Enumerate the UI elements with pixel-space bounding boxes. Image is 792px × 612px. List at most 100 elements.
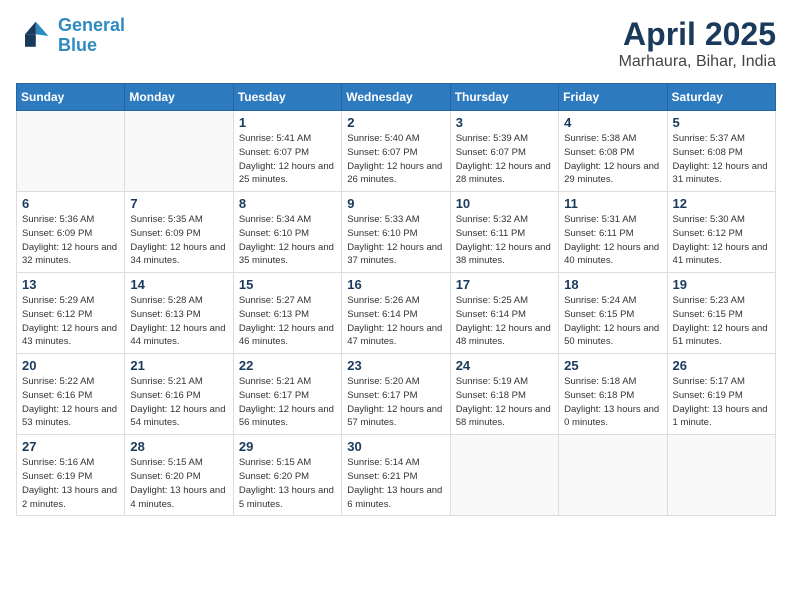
day-info: Sunrise: 5:37 AM Sunset: 6:08 PM Dayligh… — [673, 132, 770, 187]
day-number: 24 — [456, 358, 553, 373]
day-info: Sunrise: 5:34 AM Sunset: 6:10 PM Dayligh… — [239, 213, 336, 268]
day-number: 26 — [673, 358, 770, 373]
day-info: Sunrise: 5:41 AM Sunset: 6:07 PM Dayligh… — [239, 132, 336, 187]
header-saturday: Saturday — [667, 84, 775, 111]
table-row: 14 Sunrise: 5:28 AM Sunset: 6:13 PM Dayli… — [125, 273, 233, 354]
logo-blue: Blue — [58, 35, 97, 55]
table-row: 30Sunrise: 5:14 AM Sunset: 6:21 PM Dayli… — [342, 435, 450, 516]
day-info: Sunrise: 5:28 AM Sunset: 6:13 PM Dayligh… — [130, 294, 227, 349]
table-row: 22 Sunrise: 5:21 AM Sunset: 6:17 PM Dayli… — [233, 354, 341, 435]
calendar-week-row: 6 Sunrise: 5:36 AM Sunset: 6:09 PM Daylig… — [17, 192, 776, 273]
table-row: 17 Sunrise: 5:25 AM Sunset: 6:14 PM Dayli… — [450, 273, 558, 354]
header-tuesday: Tuesday — [233, 84, 341, 111]
table-row: 28 Sunrise: 5:15 AM Sunset: 6:20 PM Dayli… — [125, 435, 233, 516]
day-number: 14 — [130, 277, 227, 292]
day-info: Sunrise: 5:16 AM Sunset: 6:19 PM Dayligh… — [22, 456, 119, 511]
day-info: Sunrise: 5:31 AM Sunset: 6:11 PM Dayligh… — [564, 213, 661, 268]
calendar-header-row: Sunday Monday Tuesday Wednesday Thursday… — [17, 84, 776, 111]
day-number: 4 — [564, 115, 661, 130]
day-number: 18 — [564, 277, 661, 292]
calendar-week-row: 1Sunrise: 5:41 AM Sunset: 6:07 PM Daylig… — [17, 111, 776, 192]
logo: General Blue — [16, 16, 125, 56]
table-row: 2Sunrise: 5:40 AM Sunset: 6:07 PM Daylig… — [342, 111, 450, 192]
header-wednesday: Wednesday — [342, 84, 450, 111]
day-number: 23 — [347, 358, 444, 373]
logo-text: General Blue — [58, 16, 125, 56]
table-row: 19 Sunrise: 5:23 AM Sunset: 6:15 PM Dayli… — [667, 273, 775, 354]
table-row: 26Sunrise: 5:17 AM Sunset: 6:19 PM Dayli… — [667, 354, 775, 435]
table-row — [17, 111, 125, 192]
table-row: 8 Sunrise: 5:34 AM Sunset: 6:10 PM Daylig… — [233, 192, 341, 273]
day-info: Sunrise: 5:35 AM Sunset: 6:09 PM Dayligh… — [130, 213, 227, 268]
calendar-table: Sunday Monday Tuesday Wednesday Thursday… — [16, 83, 776, 516]
day-number: 17 — [456, 277, 553, 292]
day-number: 19 — [673, 277, 770, 292]
header-thursday: Thursday — [450, 84, 558, 111]
day-number: 29 — [239, 439, 336, 454]
table-row: 10 Sunrise: 5:32 AM Sunset: 6:11 PM Dayli… — [450, 192, 558, 273]
table-row: 29 Sunrise: 5:15 AM Sunset: 6:20 PM Dayli… — [233, 435, 341, 516]
table-row: 24 Sunrise: 5:19 AM Sunset: 6:18 PM Dayli… — [450, 354, 558, 435]
calendar-week-row: 27Sunrise: 5:16 AM Sunset: 6:19 PM Dayli… — [17, 435, 776, 516]
day-info: Sunrise: 5:39 AM Sunset: 6:07 PM Dayligh… — [456, 132, 553, 187]
table-row: 21Sunrise: 5:21 AM Sunset: 6:16 PM Dayli… — [125, 354, 233, 435]
logo-general: General — [58, 15, 125, 35]
day-info: Sunrise: 5:32 AM Sunset: 6:11 PM Dayligh… — [456, 213, 553, 268]
day-number: 20 — [22, 358, 119, 373]
header-sunday: Sunday — [17, 84, 125, 111]
header-friday: Friday — [559, 84, 667, 111]
day-number: 6 — [22, 196, 119, 211]
calendar-week-row: 20 Sunrise: 5:22 AM Sunset: 6:16 PM Dayli… — [17, 354, 776, 435]
day-info: Sunrise: 5:15 AM Sunset: 6:20 PM Dayligh… — [239, 456, 336, 511]
day-number: 12 — [673, 196, 770, 211]
day-number: 8 — [239, 196, 336, 211]
day-number: 25 — [564, 358, 661, 373]
table-row: 12 Sunrise: 5:30 AM Sunset: 6:12 PM Dayli… — [667, 192, 775, 273]
table-row — [559, 435, 667, 516]
day-info: Sunrise: 5:27 AM Sunset: 6:13 PM Dayligh… — [239, 294, 336, 349]
day-info: Sunrise: 5:25 AM Sunset: 6:14 PM Dayligh… — [456, 294, 553, 349]
day-info: Sunrise: 5:22 AM Sunset: 6:16 PM Dayligh… — [22, 375, 119, 430]
table-row — [125, 111, 233, 192]
table-row — [667, 435, 775, 516]
day-number: 22 — [239, 358, 336, 373]
day-number: 7 — [130, 196, 227, 211]
table-row: 13Sunrise: 5:29 AM Sunset: 6:12 PM Dayli… — [17, 273, 125, 354]
table-row: 20 Sunrise: 5:22 AM Sunset: 6:16 PM Dayli… — [17, 354, 125, 435]
day-info: Sunrise: 5:19 AM Sunset: 6:18 PM Dayligh… — [456, 375, 553, 430]
table-row: 4 Sunrise: 5:38 AM Sunset: 6:08 PM Daylig… — [559, 111, 667, 192]
day-number: 3 — [456, 115, 553, 130]
day-info: Sunrise: 5:33 AM Sunset: 6:10 PM Dayligh… — [347, 213, 444, 268]
day-info: Sunrise: 5:40 AM Sunset: 6:07 PM Dayligh… — [347, 132, 444, 187]
day-info: Sunrise: 5:29 AM Sunset: 6:12 PM Dayligh… — [22, 294, 119, 349]
day-number: 10 — [456, 196, 553, 211]
month-title: April 2025 — [619, 16, 776, 53]
table-row — [450, 435, 558, 516]
day-number: 15 — [239, 277, 336, 292]
day-info: Sunrise: 5:21 AM Sunset: 6:17 PM Dayligh… — [239, 375, 336, 430]
table-row: 25 Sunrise: 5:18 AM Sunset: 6:18 PM Dayli… — [559, 354, 667, 435]
title-area: April 2025 Marhaura, Bihar, India — [619, 16, 776, 71]
table-row: 3 Sunrise: 5:39 AM Sunset: 6:07 PM Daylig… — [450, 111, 558, 192]
day-info: Sunrise: 5:24 AM Sunset: 6:15 PM Dayligh… — [564, 294, 661, 349]
table-row: 18 Sunrise: 5:24 AM Sunset: 6:15 PM Dayli… — [559, 273, 667, 354]
day-info: Sunrise: 5:38 AM Sunset: 6:08 PM Dayligh… — [564, 132, 661, 187]
day-info: Sunrise: 5:36 AM Sunset: 6:09 PM Dayligh… — [22, 213, 119, 268]
location-subtitle: Marhaura, Bihar, India — [619, 53, 776, 71]
day-info: Sunrise: 5:20 AM Sunset: 6:17 PM Dayligh… — [347, 375, 444, 430]
day-info: Sunrise: 5:30 AM Sunset: 6:12 PM Dayligh… — [673, 213, 770, 268]
header: General Blue April 2025 Marhaura, Bihar,… — [16, 16, 776, 71]
table-row: 1Sunrise: 5:41 AM Sunset: 6:07 PM Daylig… — [233, 111, 341, 192]
table-row: 7 Sunrise: 5:35 AM Sunset: 6:09 PM Daylig… — [125, 192, 233, 273]
table-row: 5Sunrise: 5:37 AM Sunset: 6:08 PM Daylig… — [667, 111, 775, 192]
calendar-week-row: 13Sunrise: 5:29 AM Sunset: 6:12 PM Dayli… — [17, 273, 776, 354]
day-info: Sunrise: 5:15 AM Sunset: 6:20 PM Dayligh… — [130, 456, 227, 511]
day-number: 11 — [564, 196, 661, 211]
day-info: Sunrise: 5:23 AM Sunset: 6:15 PM Dayligh… — [673, 294, 770, 349]
table-row: 11 Sunrise: 5:31 AM Sunset: 6:11 PM Dayli… — [559, 192, 667, 273]
day-number: 28 — [130, 439, 227, 454]
day-info: Sunrise: 5:18 AM Sunset: 6:18 PM Dayligh… — [564, 375, 661, 430]
day-number: 9 — [347, 196, 444, 211]
header-monday: Monday — [125, 84, 233, 111]
table-row: 9 Sunrise: 5:33 AM Sunset: 6:10 PM Daylig… — [342, 192, 450, 273]
